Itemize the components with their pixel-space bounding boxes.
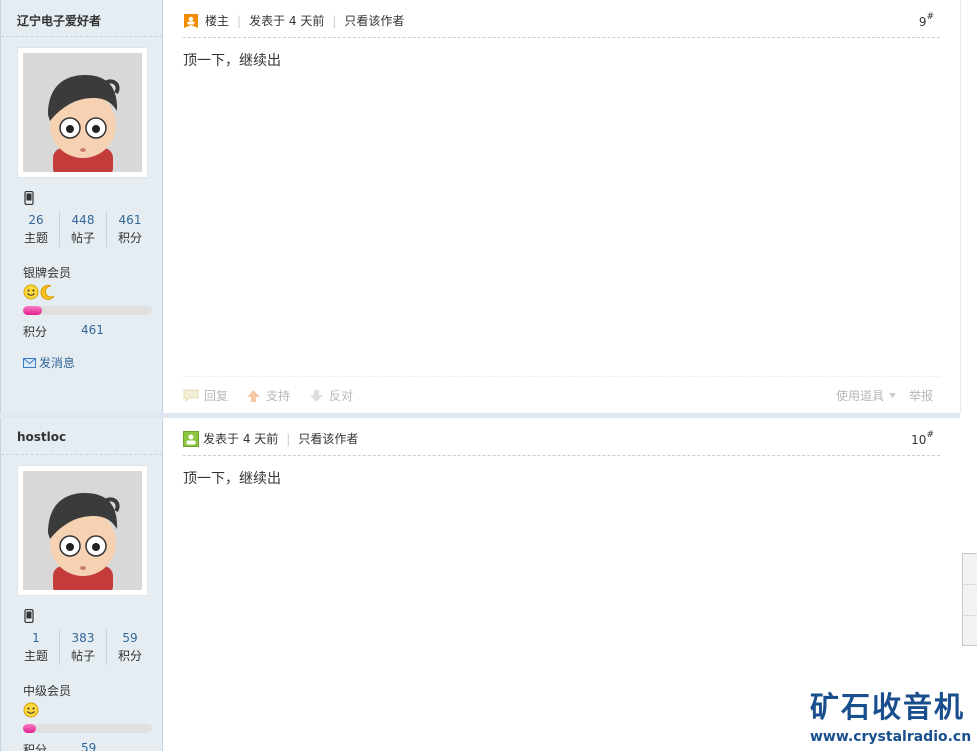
only-author-link[interactable]: 只看该作者 [344,12,404,29]
smiley-rank-icon [23,702,39,718]
post-body: 顶一下，继续出 [183,471,281,487]
oppose-button[interactable]: 反对 [309,387,353,404]
credit-row: 积分 461 [23,323,104,340]
author-sidebar: hostloc 1 主题 383 帖子 59 积分 中级会员 积分 59 [1,418,163,751]
meta-separator: | [332,13,337,28]
credit-label: 积分 [23,325,48,339]
stat-label: 主题 [23,649,48,663]
post-time: 发表于 4 天前 [249,14,325,28]
level-progress-bar [23,724,152,733]
send-message-label[interactable]: 发消息 [39,354,75,371]
stat-label: 帖子 [70,231,95,245]
stat-label: 主题 [23,231,48,245]
watermark-title: 矿石收音机 [810,690,966,724]
credit-label: 积分 [23,743,48,751]
author-name[interactable]: 辽宁电子爱好者 [17,12,101,29]
post-meta: 楼主 | 发表于 4 天前 | 只看该作者 [183,12,404,29]
reply-label[interactable]: 回复 [204,387,228,404]
stat-value[interactable]: 1 [13,629,59,647]
floor-number[interactable]: 10# [911,430,934,447]
rank-icons [23,702,39,718]
default-avatar-icon [23,471,142,590]
stat-threads[interactable]: 26 主题 [13,211,60,247]
thread-starter-label: 楼主 [205,14,230,28]
moon-rank-icon [40,284,55,300]
credit-value: 461 [81,323,104,337]
mobile-phone-icon [24,190,34,208]
thread-starter-icon [184,13,198,28]
send-message-link[interactable]: 发消息 [23,354,75,371]
only-author-link[interactable]: 只看该作者 [298,430,358,447]
member-level[interactable]: 银牌会员 [23,264,71,281]
floor-value[interactable]: 10 [911,433,926,447]
user-icon [183,430,199,447]
reply-icon [183,389,199,402]
thumbs-up-icon [247,389,260,402]
rank-icons [23,284,56,300]
author-name[interactable]: hostloc [17,430,66,444]
stat-label: 积分 [117,649,142,663]
side-toolbar-item[interactable] [963,554,977,585]
stat-posts[interactable]: 383 帖子 [60,629,107,665]
avatar[interactable] [17,465,148,596]
floor-number[interactable]: 9# [919,12,934,29]
level-progress-bar [23,306,152,315]
oppose-label[interactable]: 反对 [329,387,353,404]
post-actions: 回复 支持 反对 使用道具 举报 [183,376,940,406]
watermark-url: www.crystalradio.cn [810,729,972,745]
stat-value[interactable]: 59 [107,629,153,647]
post-meta: 发表于 4 天前 | 只看该作者 [183,430,358,447]
post-floor-9: 辽宁电子爱好者 26 主题 448 帖子 461 积分 银牌会员 积分 461 … [0,0,977,413]
envelope-icon [23,357,36,368]
floor-mark: # [926,12,934,22]
stat-credits[interactable]: 461 积分 [107,211,153,247]
support-button[interactable]: 支持 [246,387,290,404]
site-watermark: 矿石收音机 www.crystalradio.cn [810,689,971,747]
use-tools-label[interactable]: 使用道具 [836,387,884,404]
stat-value[interactable]: 448 [60,211,106,229]
side-toolbar[interactable] [962,553,977,646]
avatar[interactable] [17,47,148,178]
thumbs-down-icon [310,389,323,402]
side-toolbar-item[interactable] [963,616,977,647]
post-header: 楼主 | 发表于 4 天前 | 只看该作者 9# [183,10,940,38]
meta-separator: | [237,13,242,28]
author-stats: 1 主题 383 帖子 59 积分 [13,629,153,665]
stat-posts[interactable]: 448 帖子 [60,211,107,247]
support-label[interactable]: 支持 [266,387,290,404]
floor-mark: # [926,430,934,440]
stat-label: 帖子 [70,649,95,663]
chevron-down-icon [889,393,897,398]
author-stats: 26 主题 448 帖子 461 积分 [13,211,153,247]
sidebar-divider [1,36,162,37]
default-avatar-icon [23,53,142,172]
use-tools-dropdown[interactable]: 使用道具 [836,387,897,404]
credit-value: 59 [81,741,97,751]
stat-value[interactable]: 26 [13,211,59,229]
stat-value[interactable]: 383 [60,629,106,647]
level-progress-fill [23,306,43,315]
post-body: 顶一下，继续出 [183,53,281,69]
sidebar-divider [1,454,162,455]
report-label[interactable]: 举报 [909,387,933,404]
stat-label: 积分 [117,231,142,245]
meta-separator: | [286,431,291,446]
post-content: 楼主 | 发表于 4 天前 | 只看该作者 9# 顶一下，继续出 回复 支持 反… [163,0,960,413]
stat-threads[interactable]: 1 主题 [13,629,60,665]
stat-value[interactable]: 461 [107,211,153,229]
level-progress-fill [23,724,36,733]
post-time: 发表于 4 天前 [203,432,279,446]
member-level[interactable]: 中级会员 [23,682,71,699]
mobile-phone-icon [24,608,34,626]
reply-button[interactable]: 回复 [183,387,228,404]
credit-row: 积分 59 [23,741,96,751]
report-button[interactable]: 举报 [909,387,933,404]
stat-credits[interactable]: 59 积分 [107,629,153,665]
smiley-rank-icon [23,284,39,300]
side-toolbar-item[interactable] [963,585,977,616]
post-header: 发表于 4 天前 | 只看该作者 10# [183,428,940,456]
author-sidebar: 辽宁电子爱好者 26 主题 448 帖子 461 积分 银牌会员 积分 461 … [1,0,163,413]
